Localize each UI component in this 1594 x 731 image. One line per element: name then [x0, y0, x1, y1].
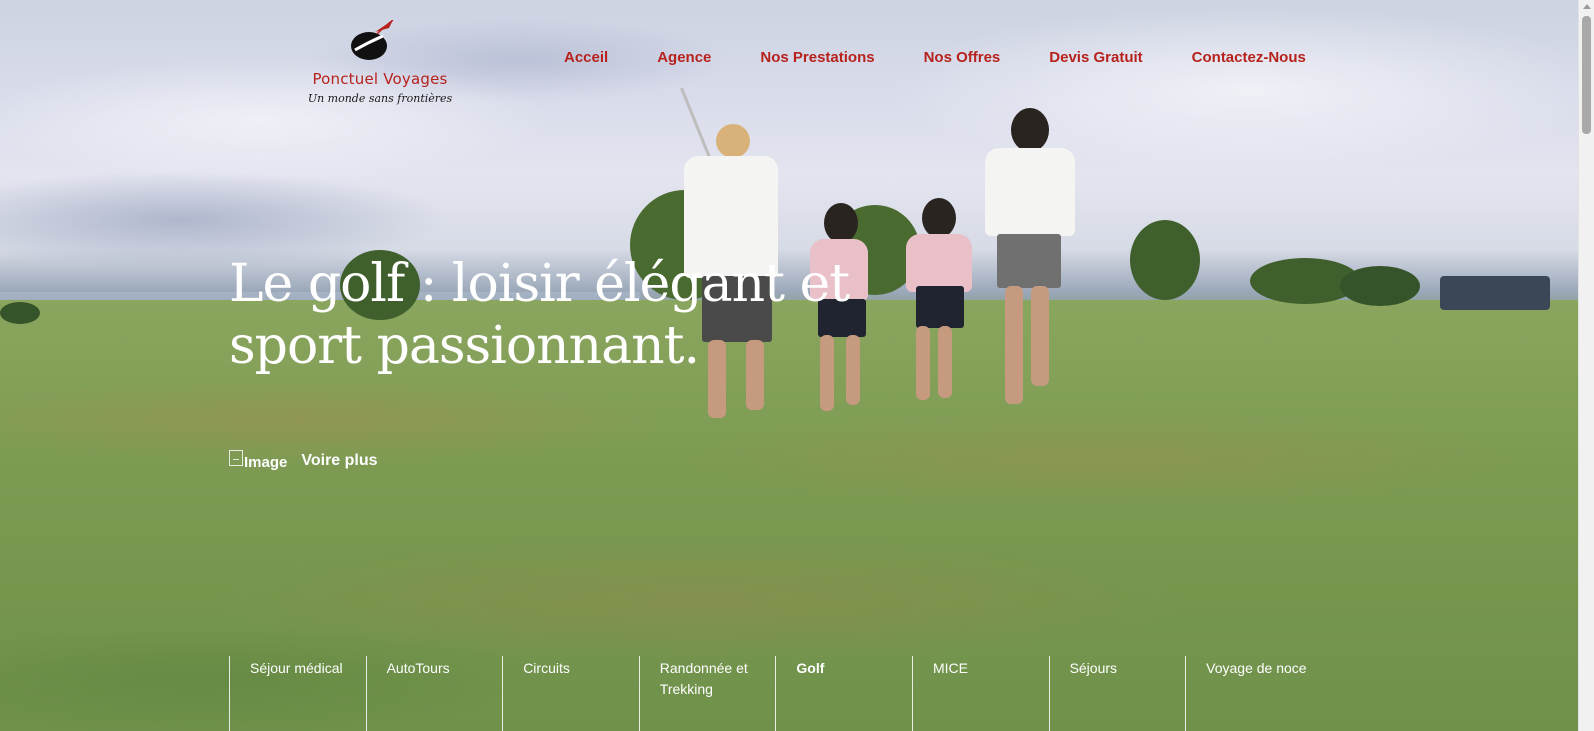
- person-skirt: [997, 234, 1061, 288]
- broken-image-alt: Image: [244, 454, 288, 471]
- voir-plus-link[interactable]: Voire plus: [301, 452, 377, 470]
- tab-sejours[interactable]: Séjours: [1048, 656, 1186, 731]
- page-scrollbar[interactable]: [1578, 0, 1594, 731]
- golf-cart: [1440, 276, 1550, 310]
- category-tabs: Séjour médical AutoTours Circuits Randon…: [229, 656, 1322, 731]
- scrollbar-thumb[interactable]: [1582, 16, 1591, 134]
- tab-randonnee-trekking[interactable]: Randonnée et Trekking: [638, 656, 776, 731]
- main-nav: Acceil Agence Nos Prestations Nos Offres…: [564, 48, 1306, 68]
- tab-mice[interactable]: MICE: [911, 656, 1049, 731]
- tab-autotours[interactable]: AutoTours: [365, 656, 503, 731]
- hero-headline: Le golf : loisir élégant et sport passio…: [229, 253, 929, 377]
- nav-item-devis[interactable]: Devis Gratuit: [1049, 48, 1142, 68]
- person-leg: [938, 326, 952, 398]
- person-leg: [1005, 286, 1023, 404]
- tree: [1130, 220, 1200, 300]
- nav-item-contact[interactable]: Contactez-Nous: [1192, 48, 1306, 68]
- person-head: [922, 198, 956, 238]
- hero-headline-line-1: Le golf : loisir élégant et: [229, 254, 850, 314]
- brand-tagline: Un monde sans frontières: [307, 92, 453, 105]
- nav-item-prestations[interactable]: Nos Prestations: [760, 48, 874, 68]
- person-mother: [975, 108, 1085, 413]
- tab-golf[interactable]: Golf: [775, 656, 912, 731]
- brand-name: Ponctuel Voyages: [312, 70, 448, 88]
- person-shirt: [985, 148, 1075, 236]
- nav-item-offres[interactable]: Nos Offres: [924, 48, 1001, 68]
- plane-globe-logo-icon: [351, 20, 394, 60]
- page-viewport: Ponctuel Voyages Un monde sans frontière…: [0, 0, 1578, 731]
- tab-sejour-medical[interactable]: Séjour médical: [229, 656, 366, 731]
- tab-voyage-de-noce[interactable]: Voyage de noce: [1185, 656, 1322, 731]
- person-head: [824, 203, 858, 243]
- hero-headline-line-2: sport passionnant.: [229, 316, 700, 376]
- person-leg: [1031, 286, 1049, 386]
- brand-logo[interactable]: Ponctuel Voyages Un monde sans frontière…: [305, 14, 455, 106]
- person-head: [1011, 108, 1049, 152]
- chevron-up-icon[interactable]: [1583, 4, 1591, 9]
- tab-circuits[interactable]: Circuits: [502, 656, 639, 731]
- tree: [0, 302, 40, 324]
- person-head: [716, 124, 750, 158]
- nav-item-accueil[interactable]: Acceil: [564, 48, 608, 68]
- broken-image-icon: [229, 450, 243, 466]
- nav-item-agence[interactable]: Agence: [657, 48, 711, 68]
- broken-image: Image: [229, 450, 287, 472]
- hero-cta: Image Voire plus: [229, 450, 378, 472]
- tree: [1340, 266, 1420, 306]
